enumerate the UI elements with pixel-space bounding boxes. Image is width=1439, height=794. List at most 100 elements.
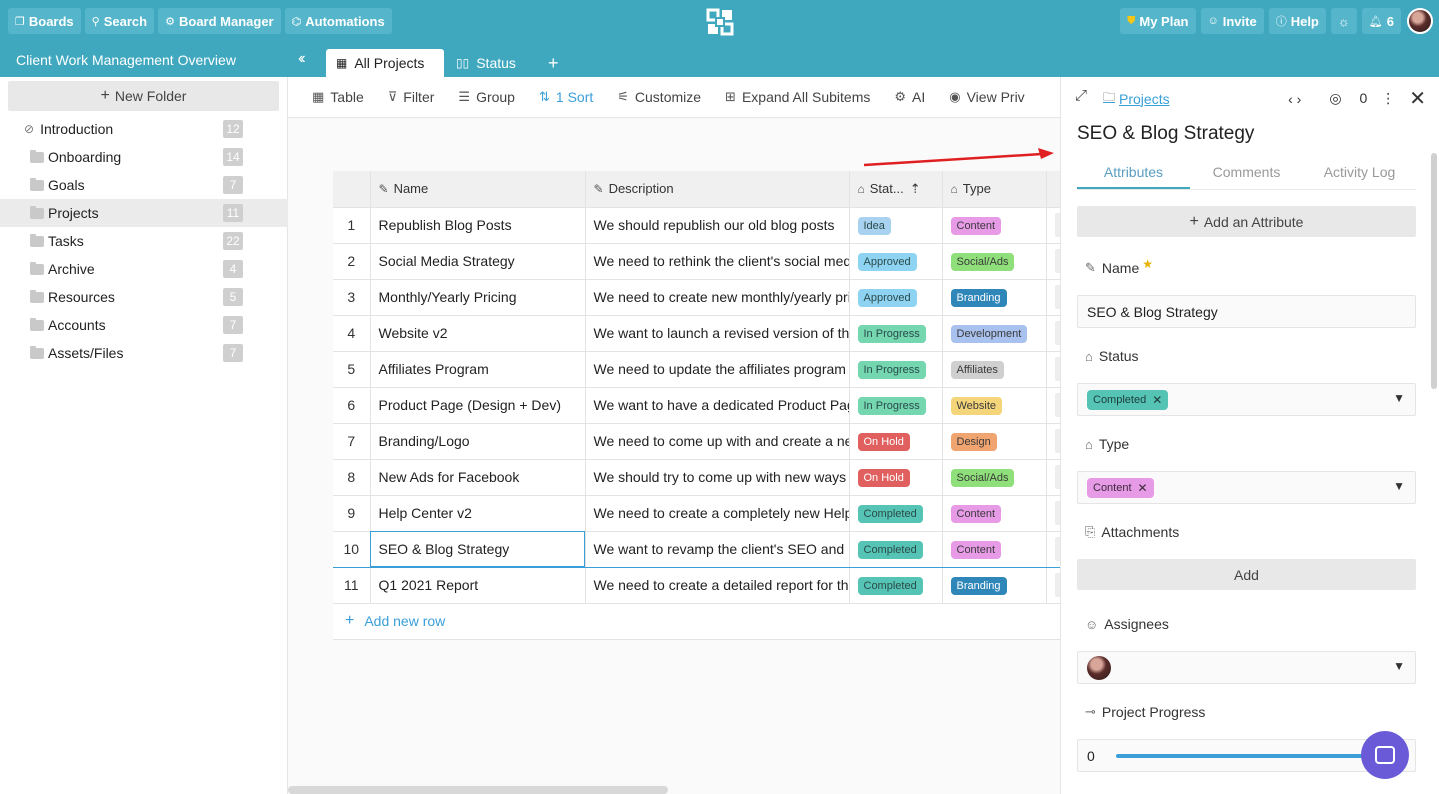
table-row[interactable]: 2 Social Media Strategy We need to rethink… <box>333 243 1060 280</box>
cell-status[interactable]: On Hold <box>849 459 943 496</box>
column-header-type[interactable]: ⌂ Type <box>942 171 1047 208</box>
table-row[interactable]: 6 Product Page (Design + Dev) We want to h… <box>333 387 1060 424</box>
cell-description[interactable]: We should try to come up with new ways <box>585 459 850 496</box>
cell-type[interactable]: Website <box>942 387 1047 424</box>
sidebar-item-assets-files[interactable]: Assets/Files 7 <box>0 339 288 367</box>
tab-activity-log[interactable]: Activity Log <box>1303 161 1416 189</box>
watchers-button[interactable]: ◎ 0 <box>1315 90 1367 107</box>
remove-tag-icon[interactable]: ✕ <box>1138 481 1148 495</box>
cell-name[interactable]: Branding/Logo <box>370 423 586 460</box>
cell-type[interactable]: Affiliates <box>942 351 1047 388</box>
cell-extra[interactable] <box>1046 243 1060 280</box>
cell-description[interactable]: We need to rethink the client's social m… <box>585 243 850 280</box>
cell-name[interactable]: SEO & Blog Strategy <box>370 530 586 568</box>
column-header-status[interactable]: ⌂ Stat... ⇡ <box>849 171 943 208</box>
cell-status[interactable]: Completed <box>849 495 943 532</box>
table-row[interactable]: 11 Q1 2021 Report We need to create a deta… <box>333 567 1060 604</box>
sidebar-item-accounts[interactable]: Accounts 7 <box>0 311 288 339</box>
cell-description[interactable]: We need to create new monthly/yearly pri… <box>585 279 850 316</box>
cell-extra[interactable] <box>1046 567 1060 604</box>
cell-status[interactable]: In Progress <box>849 387 943 424</box>
cell-description[interactable]: We need to update the affiliates program <box>585 351 850 388</box>
cell-status[interactable]: Idea <box>849 207 943 244</box>
sidebar-item-goals[interactable]: Goals 7 <box>0 171 288 199</box>
cell-status[interactable]: Approved <box>849 279 943 316</box>
cell-description[interactable]: We need to create a completely new Help <box>585 495 850 532</box>
column-header-description[interactable]: ✎ Description <box>585 171 850 208</box>
automations-button[interactable]: ⌬ Automations <box>284 8 392 34</box>
cell-extra[interactable] <box>1046 459 1060 496</box>
new-folder-button[interactable]: + New Folder <box>8 81 279 111</box>
add-attachment-button[interactable]: Add <box>1077 559 1416 590</box>
cell-status[interactable]: Approved <box>849 243 943 280</box>
panel-scrollbar[interactable] <box>1431 153 1437 389</box>
cell-extra[interactable] <box>1046 279 1060 316</box>
cell-extra[interactable] <box>1046 207 1060 244</box>
cell-extra[interactable] <box>1046 495 1060 532</box>
cell-description[interactable]: We want to revamp the client's SEO and <box>585 530 850 568</box>
expand-icon[interactable]: ⤢ <box>1075 87 1087 104</box>
horizontal-scrollbar[interactable] <box>288 786 668 794</box>
cell-extra[interactable] <box>1046 315 1060 352</box>
tab-comments[interactable]: Comments <box>1190 161 1303 189</box>
cell-extra[interactable] <box>1046 530 1060 568</box>
sidebar-item-onboarding[interactable]: Onboarding 14 <box>0 143 288 171</box>
cell-type[interactable]: Content <box>942 207 1047 244</box>
progress-track[interactable] <box>1116 754 1396 758</box>
cell-extra[interactable] <box>1046 351 1060 388</box>
view-privacy-button[interactable]: ◉ View Priv <box>949 89 1024 105</box>
add-row-button[interactable]: + Add new row <box>333 603 1060 640</box>
assignees-select[interactable]: ▼ <box>1077 651 1416 684</box>
sort-button[interactable]: ⇅ 1 Sort <box>539 89 593 105</box>
cell-description[interactable]: We want to have a dedicated Product Page <box>585 387 850 424</box>
user-avatar[interactable] <box>1407 8 1433 34</box>
collapse-sidebar-icon[interactable]: ‹‹ <box>298 50 305 68</box>
cell-description[interactable]: We need to create a detailed report for … <box>585 567 850 604</box>
chat-support-button[interactable] <box>1361 731 1409 779</box>
tab-status[interactable]: ▯▯ Status <box>446 49 526 77</box>
sort-ascending-icon[interactable]: ⇡ <box>910 181 921 196</box>
table-row[interactable]: 9 Help Center v2 We need to create a compl… <box>333 495 1060 532</box>
table-row[interactable]: 4 Website v2 We want to launch a revised v… <box>333 315 1060 352</box>
table-row[interactable]: 5 Affiliates Program We need to update the… <box>333 351 1060 388</box>
cell-status[interactable]: Completed <box>849 530 943 568</box>
type-select[interactable]: Content ✕ ▼ <box>1077 471 1416 504</box>
sidebar-item-archive[interactable]: Archive 4 <box>0 255 288 283</box>
cell-type[interactable]: Social/Ads <box>942 243 1047 280</box>
cell-status[interactable]: On Hold <box>849 423 943 460</box>
cell-status[interactable]: In Progress <box>849 351 943 388</box>
cell-name[interactable]: Affiliates Program <box>370 351 586 388</box>
cell-name[interactable]: Website v2 <box>370 315 586 352</box>
cell-description[interactable]: We want to launch a revised version of t… <box>585 315 850 352</box>
cell-type[interactable]: Development <box>942 315 1047 352</box>
remove-tag-icon[interactable]: ✕ <box>1152 393 1162 407</box>
cell-description[interactable]: We need to come up with and create a new <box>585 423 850 460</box>
boards-button[interactable]: ❐ Boards <box>8 8 81 34</box>
my-plan-button[interactable]: ⛊ My Plan <box>1120 8 1196 34</box>
cell-name[interactable]: Product Page (Design + Dev) <box>370 387 586 424</box>
cell-type[interactable]: Branding <box>942 279 1047 316</box>
close-icon[interactable]: ✕ <box>1409 86 1426 111</box>
cell-type[interactable]: Social/Ads <box>942 459 1047 496</box>
sidebar-item-resources[interactable]: Resources 5 <box>0 283 288 311</box>
add-tab-button[interactable]: + <box>538 49 569 77</box>
cell-type[interactable]: Content <box>942 495 1047 532</box>
cell-extra[interactable] <box>1046 423 1060 460</box>
group-button[interactable]: ☰ Group <box>458 89 515 105</box>
breadcrumb[interactable]: 🗀︎ Projects <box>1103 88 1170 109</box>
sidebar-item-tasks[interactable]: Tasks 22 <box>0 227 288 255</box>
cell-name[interactable]: New Ads for Facebook <box>370 459 586 496</box>
tab-all-projects[interactable]: ▦ All Projects <box>326 49 444 77</box>
cell-status[interactable]: In Progress <box>849 315 943 352</box>
table-row[interactable]: 10 SEO & Blog Strategy We want to revamp t… <box>333 530 1060 568</box>
cell-status[interactable]: Completed <box>849 567 943 604</box>
sidebar-item-introduction[interactable]: ⊘ Introduction 12 <box>0 115 288 143</box>
customize-button[interactable]: ⚟ Customize <box>617 89 701 105</box>
app-logo-icon[interactable] <box>706 8 734 36</box>
cell-type[interactable]: Design <box>942 423 1047 460</box>
cell-name[interactable]: Monthly/Yearly Pricing <box>370 279 586 316</box>
filter-button[interactable]: ⊽ Filter <box>388 89 435 105</box>
table-row[interactable]: 3 Monthly/Yearly Pricing We need to create… <box>333 279 1060 316</box>
cell-type[interactable]: Branding <box>942 567 1047 604</box>
more-menu-icon[interactable]: ⋮ <box>1381 90 1395 107</box>
